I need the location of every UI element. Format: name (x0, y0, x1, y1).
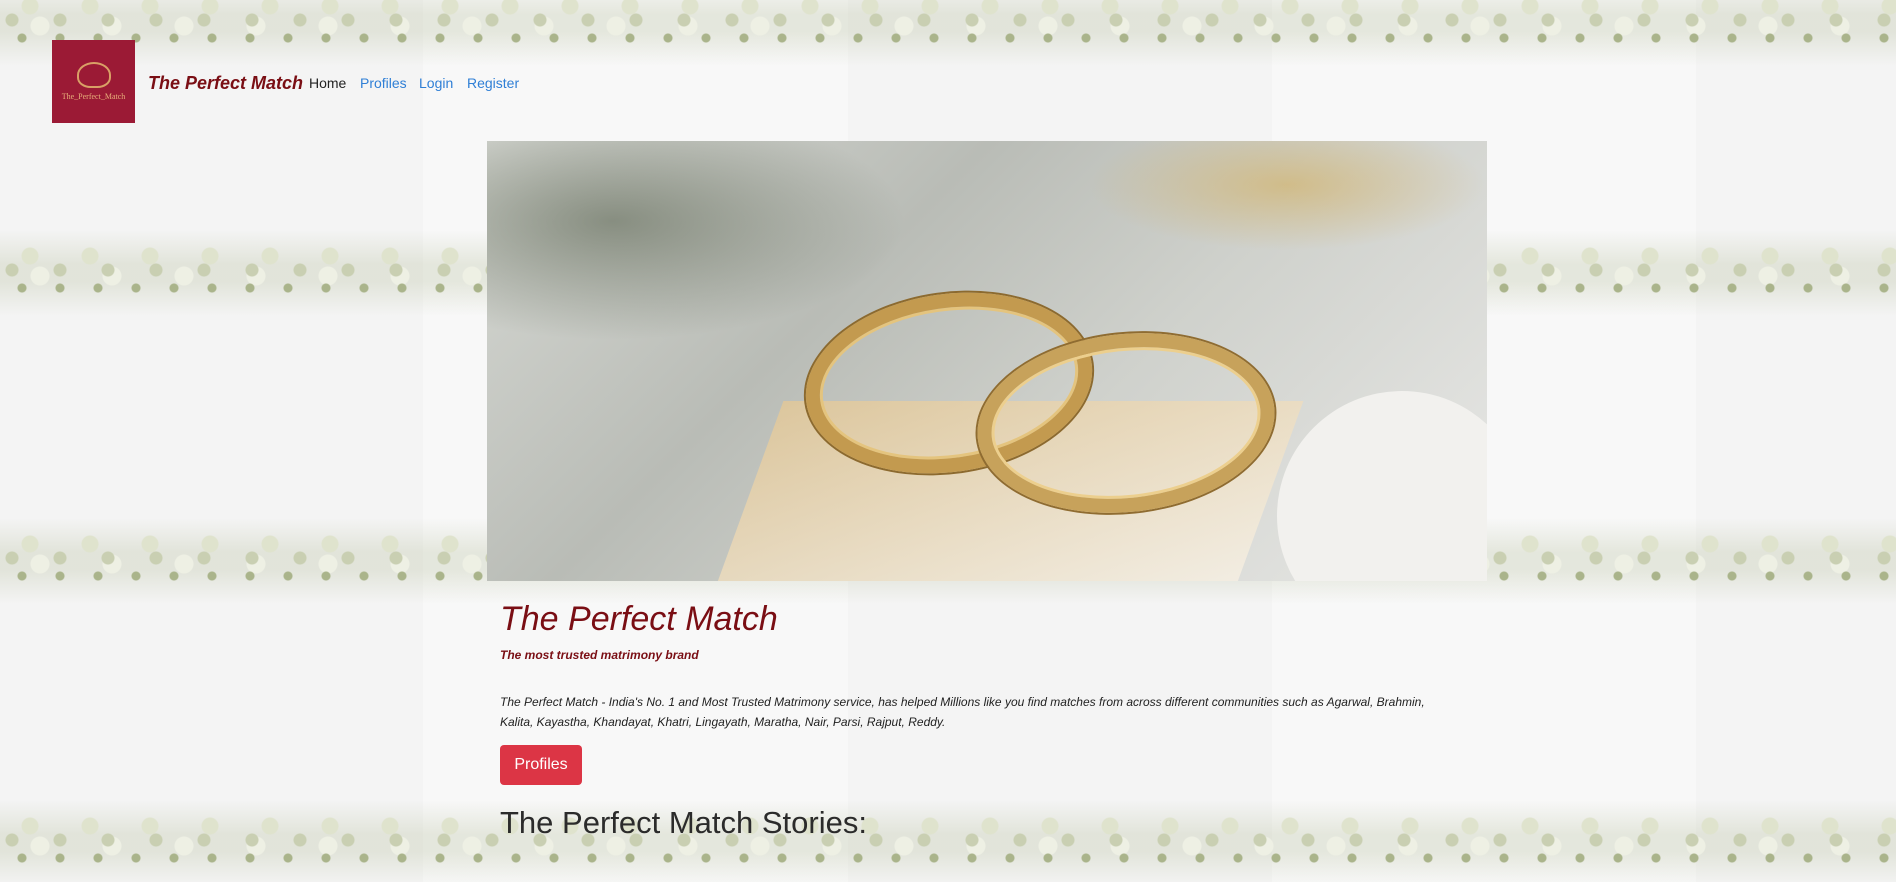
white-plate (1277, 391, 1487, 581)
bokeh-blur (1087, 141, 1487, 251)
foliage-blur (487, 141, 907, 341)
brand-name[interactable]: The Perfect Match (148, 73, 303, 94)
hero-image (487, 141, 1487, 581)
lion-emblem-icon (76, 62, 111, 88)
navbar: The_Perfect_Match The Perfect Match Home… (0, 0, 1896, 130)
profiles-button[interactable]: Profiles (500, 745, 582, 785)
description-text: The Perfect Match - India's No. 1 and Mo… (500, 695, 1425, 729)
nav-link-profiles[interactable]: Profiles (360, 75, 407, 91)
tagline: The most trusted matrimony brand (500, 648, 699, 662)
logo-text: The_Perfect_Match (61, 92, 126, 101)
flower-strip (0, 800, 1896, 882)
page-title: The Perfect Match (500, 600, 778, 638)
nav-link-register[interactable]: Register (467, 75, 519, 91)
nav-link-home[interactable]: Home (309, 75, 346, 91)
stories-heading: The Perfect Match Stories: (500, 805, 867, 840)
logo[interactable]: The_Perfect_Match (52, 40, 135, 123)
nav-link-login[interactable]: Login (419, 75, 453, 91)
